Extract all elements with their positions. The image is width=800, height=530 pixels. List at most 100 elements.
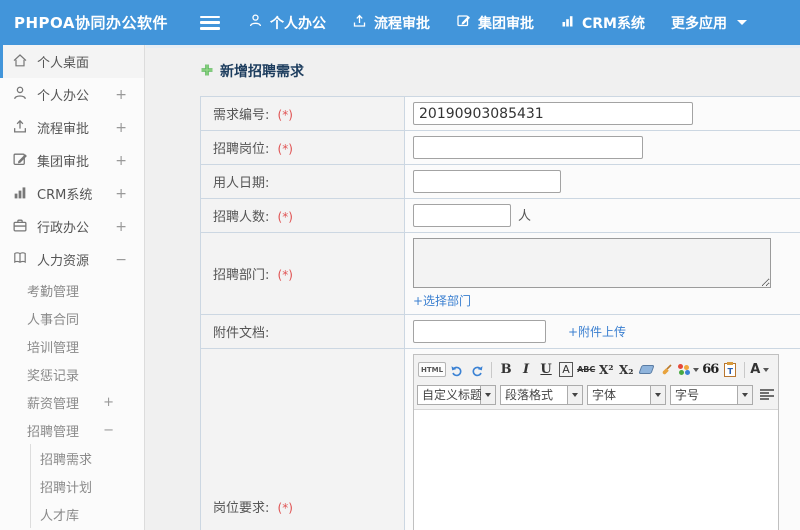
custom-heading-select[interactable]: 自定义标题 (417, 384, 496, 405)
person-icon (248, 13, 270, 32)
person-icon (0, 85, 28, 105)
headcount-unit: 人 (518, 208, 532, 224)
sidebar-item-attendance-mgmt[interactable]: 考勤管理 (0, 276, 144, 304)
superscript-button[interactable]: X² (597, 360, 615, 380)
undo-icon[interactable] (448, 360, 466, 380)
font-size-select[interactable]: 字号 (670, 384, 753, 405)
background-color-button[interactable]: a (771, 360, 775, 380)
demand-number-input[interactable] (413, 102, 693, 125)
sidebar-item-label: 集团审批 (37, 155, 90, 170)
attachment-upload-link[interactable]: +附件上传 (568, 325, 626, 339)
toolbar-separator (744, 361, 746, 378)
caret-down-icon (738, 384, 753, 405)
editor-toolbar-row1: HTML B I U A ABC X² X₂ 66 T A (417, 357, 775, 382)
sidebar-item-personal-office[interactable]: 个人办公 + (0, 78, 144, 111)
sidebar-item-admin-office[interactable]: 行政办公 + (0, 210, 144, 243)
paste-icon[interactable]: T (721, 360, 739, 380)
sidebar-item-recruit-plan[interactable]: 招聘计划 (31, 472, 144, 500)
edit-icon (0, 151, 28, 171)
upload-icon (352, 13, 374, 32)
select-department-link[interactable]: +选择部门 (413, 292, 471, 309)
field-value-cell (404, 130, 800, 165)
collapse-icon[interactable]: − (103, 424, 114, 437)
attachment-input[interactable] (413, 320, 546, 343)
font-family-select[interactable]: 字体 (587, 384, 666, 405)
expand-icon[interactable]: + (115, 187, 127, 201)
expand-icon[interactable]: + (115, 88, 127, 102)
form-row-post-requirements: 岗位要求: (*) HTML B I U A ABC X² X₂ 66 T A … (200, 348, 800, 530)
sidebar-item-reward-punishment[interactable]: 奖惩记录 (0, 360, 144, 388)
menu-toggle-icon[interactable] (200, 15, 220, 30)
sidebar-item-label: 招聘计划 (40, 480, 93, 496)
sidebar-item-hr-contract[interactable]: 人事合同 (0, 304, 144, 332)
hire-date-input[interactable] (413, 170, 561, 193)
paragraph-format-select[interactable]: 段落格式 (500, 384, 583, 405)
form-row-attachment: 附件文档: +附件上传 (200, 314, 800, 349)
sidebar-item-recruit-demand[interactable]: 招聘需求 (31, 444, 144, 472)
top-navigation: 个人办公 流程审批 集团审批 CRM系统 更多应用 (248, 13, 773, 33)
required-mark: (*) (277, 210, 293, 224)
expand-icon[interactable]: + (115, 154, 127, 168)
redo-icon[interactable] (468, 360, 486, 380)
topnav-personal-office[interactable]: 个人办公 (248, 13, 326, 33)
sidebar-item-human-resources[interactable]: 人力资源 − (0, 243, 144, 276)
font-style-button[interactable]: A (557, 360, 575, 380)
sidebar-item-label: 培训管理 (27, 340, 80, 356)
underline-button[interactable]: U (537, 360, 555, 380)
main-content: 新增招聘需求 需求编号: (*) 招聘岗位: (*) (146, 45, 800, 530)
field-value-cell: +附件上传 (404, 314, 800, 349)
bold-button[interactable]: B (497, 360, 515, 380)
color-palette-icon[interactable] (677, 360, 700, 380)
sidebar-item-label: 人力资源 (37, 254, 90, 269)
field-label: 招聘岗位: (213, 142, 270, 157)
sidebar-item-label: 人才库 (40, 508, 80, 524)
recruit-department-textarea[interactable] (413, 238, 771, 288)
editor-toolbar-row2: 自定义标题 段落格式 字体 字号 (417, 382, 775, 407)
sidebar-item-label: 奖惩记录 (27, 368, 80, 384)
sidebar-item-workflow-approval[interactable]: 流程审批 + (0, 111, 144, 144)
topbar: PHPOA协同办公软件 个人办公 流程审批 集团审批 CRM系统 更多应用 (0, 0, 800, 45)
headcount-input[interactable] (413, 204, 511, 227)
sidebar-item-training-mgmt[interactable]: 培训管理 (0, 332, 144, 360)
editor-content-area[interactable] (414, 410, 778, 530)
collapse-icon[interactable]: − (115, 253, 127, 267)
recruit-demand-form: 需求编号: (*) 招聘岗位: (*) 用人日期: (200, 96, 800, 530)
field-label-cell: 附件文档: (200, 314, 405, 349)
blockquote-button[interactable]: 66 (701, 360, 719, 380)
topnav-label: CRM系统 (582, 15, 645, 32)
topnav-more-apps[interactable]: 更多应用 (671, 13, 747, 33)
sidebar-item-talent-pool[interactable]: 人才库 (31, 500, 144, 528)
topnav-workflow-approval[interactable]: 流程审批 (352, 13, 430, 33)
format-brush-icon[interactable] (657, 360, 675, 380)
page-title: 新增招聘需求 (220, 64, 304, 80)
field-value-cell: +选择部门 (404, 232, 800, 315)
expand-icon[interactable]: + (115, 220, 127, 234)
recruit-post-input[interactable] (413, 136, 643, 159)
bar-chart-icon (0, 184, 28, 204)
required-mark: (*) (277, 108, 293, 122)
topnav-label: 个人办公 (270, 15, 326, 32)
sidebar-item-personal-desktop[interactable]: 个人桌面 (0, 45, 144, 78)
sidebar-item-recruit-mgmt[interactable]: 招聘管理 − (0, 416, 144, 444)
book-icon (0, 250, 28, 270)
sidebar-item-crm-system[interactable]: CRM系统 + (0, 177, 144, 210)
expand-icon[interactable]: + (103, 396, 114, 409)
form-row-headcount: 招聘人数: (*) 人 (200, 198, 800, 233)
expand-icon[interactable]: + (115, 121, 127, 135)
topnav-group-approval[interactable]: 集团审批 (456, 13, 534, 33)
strikethrough-button[interactable]: ABC (577, 360, 595, 380)
topnav-crm-system[interactable]: CRM系统 (560, 13, 645, 33)
field-label: 招聘人数: (213, 210, 270, 225)
html-source-button[interactable]: HTML (418, 362, 447, 377)
topnav-label: 更多应用 (671, 15, 727, 32)
eraser-icon[interactable] (637, 360, 655, 380)
field-label-cell: 招聘部门: (*) (200, 232, 405, 315)
subscript-button[interactable]: X₂ (617, 360, 635, 380)
sidebar-item-salary-mgmt[interactable]: 薪资管理 + (0, 388, 144, 416)
font-color-button[interactable]: A (750, 360, 770, 380)
sidebar-item-label: 个人桌面 (37, 56, 90, 71)
sidebar-item-group-approval[interactable]: 集团审批 + (0, 144, 144, 177)
field-value-cell (404, 164, 800, 199)
italic-button[interactable]: I (517, 360, 535, 380)
align-left-icon[interactable] (760, 388, 774, 401)
